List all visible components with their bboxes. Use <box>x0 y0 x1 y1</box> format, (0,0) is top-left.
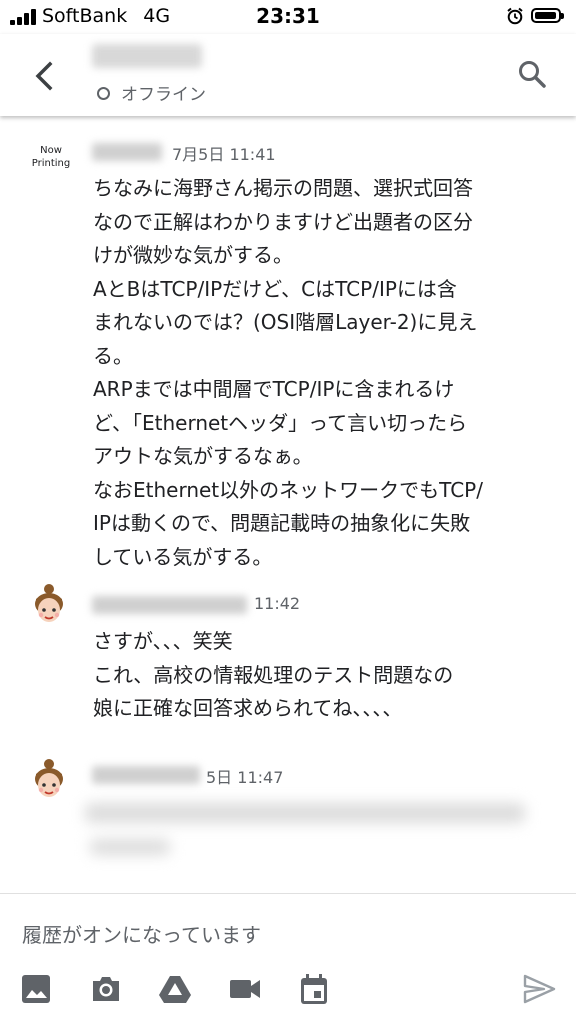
status-time: 23:31 <box>256 4 320 28</box>
chat-header: オフライン <box>0 34 576 116</box>
avatar <box>35 584 63 622</box>
sender-name-redacted <box>92 766 200 784</box>
message-timestamp: 7月5日 11:41 <box>172 145 276 164</box>
alarm-icon <box>507 7 523 25</box>
avatar: Now Printing <box>28 144 74 170</box>
search-icon[interactable] <box>516 58 548 90</box>
compose-input[interactable]: 履歴がオンになっています <box>22 919 261 948</box>
avatar <box>35 759 63 797</box>
contact-name-redacted <box>92 44 202 68</box>
battery-icon <box>531 8 564 23</box>
camera-icon[interactable] <box>89 972 123 1006</box>
status-bar: SoftBank 4G 23:31 <box>0 0 576 34</box>
sender-name-redacted <box>92 143 162 161</box>
video-icon[interactable] <box>228 972 262 1006</box>
message-text-redacted <box>85 803 525 823</box>
back-arrow-icon[interactable] <box>28 56 60 96</box>
presence-icon <box>97 87 110 100</box>
send-icon[interactable] <box>522 972 556 1006</box>
message-timestamp: 5日 11:47 <box>206 768 284 787</box>
message-text: ちなみに海野さん掲示の問題、選択式回答 なので正解はわかりますけど出題者の区分 … <box>93 176 483 569</box>
message-text: さすが、、、笑笑 これ、高校の情報処理のテスト問題なの 娘に正確な回答求められて… <box>93 629 454 720</box>
compose-divider <box>0 893 576 894</box>
message-timestamp: 11:42 <box>254 594 301 613</box>
presence-status: オフライン <box>121 85 206 105</box>
avatar-label-line-2: Printing <box>31 158 71 169</box>
drive-icon[interactable] <box>158 972 192 1006</box>
message-text-redacted <box>90 839 170 855</box>
avatar-label-line-1: Now <box>40 145 62 156</box>
calendar-icon[interactable] <box>297 972 331 1006</box>
sender-name-redacted <box>92 596 247 614</box>
image-icon[interactable] <box>19 972 53 1006</box>
